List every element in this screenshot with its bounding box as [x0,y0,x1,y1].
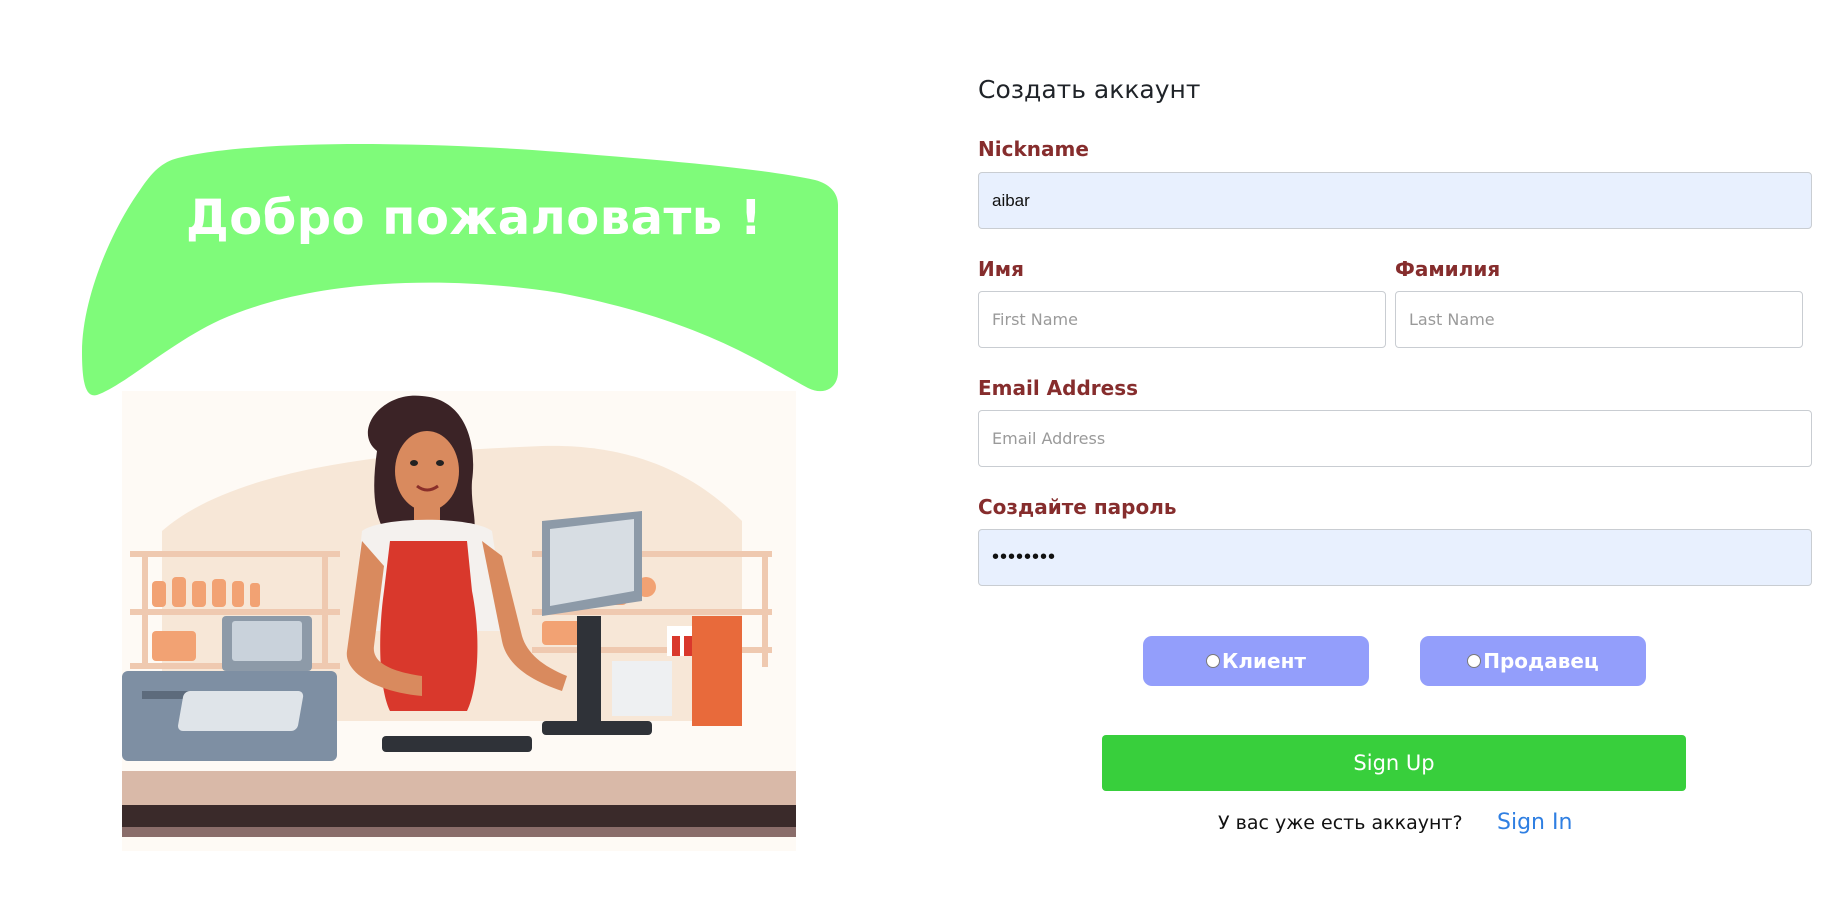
nickname-label: Nickname [978,137,1089,161]
email-input[interactable] [978,410,1812,467]
role-seller-button[interactable]: Продавец [1420,636,1646,686]
seller-radio-icon[interactable] [1467,654,1482,668]
sign-in-link[interactable]: Sign In [1497,810,1572,835]
welcome-heading: Добро пожаловать ! [186,190,763,246]
client-radio-icon[interactable] [1206,654,1220,668]
role-seller-label: Продавец [1483,649,1599,673]
form-title: Создать аккаунт [978,75,1201,104]
first-name-input[interactable] [978,291,1386,348]
cashier-illustration [122,391,796,851]
email-label: Email Address [978,376,1139,400]
first-name-label: Имя [978,257,1024,281]
last-name-label: Фамилия [1395,257,1501,281]
last-name-input[interactable] [1395,291,1803,348]
role-client-label: Клиент [1222,649,1306,673]
password-input[interactable] [978,529,1812,586]
signin-prompt: У вас уже есть аккаунт? [1218,812,1463,834]
password-label: Создайте пароль [978,495,1177,519]
sign-up-button[interactable]: Sign Up [1102,735,1686,791]
nickname-input[interactable] [978,172,1812,229]
role-client-button[interactable]: Клиент [1143,636,1369,686]
